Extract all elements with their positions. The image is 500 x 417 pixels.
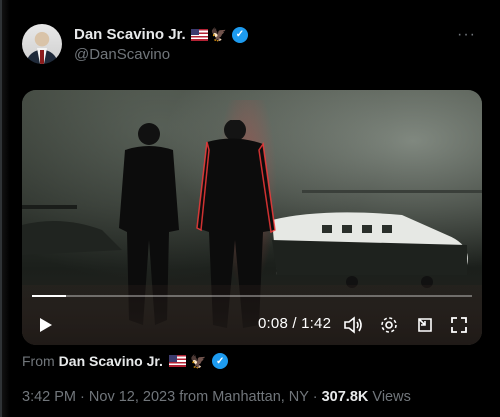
source-prefix: From: [22, 353, 55, 369]
picture-in-picture-icon[interactable]: [412, 305, 438, 345]
source-author-link[interactable]: Dan Scavino Jr.: [59, 353, 163, 369]
post-metadata: 3:42 PM · Nov 12, 2023 from Manhattan, N…: [22, 389, 411, 405]
video-player[interactable]: 0:08 / 1:42: [22, 90, 482, 345]
video-progress-fill: [32, 295, 67, 297]
post-header: Dan Scavino Jr. 🦅 ✓ @DanScavino ···: [22, 22, 482, 66]
author-handle[interactable]: @DanScavino: [74, 46, 170, 63]
views-label: Views: [372, 389, 411, 405]
us-flag-icon: [190, 28, 208, 41]
author-name-row[interactable]: Dan Scavino Jr. 🦅 ✓: [74, 26, 248, 43]
eagle-emoji: 🦅: [189, 353, 207, 369]
meta-separator: ·: [80, 389, 85, 405]
author-name[interactable]: Dan Scavino Jr.: [74, 26, 186, 43]
settings-gear-icon[interactable]: [376, 305, 402, 345]
current-time: 0:08: [258, 315, 288, 332]
eagle-emoji: 🦅: [210, 27, 227, 42]
verified-badge-icon[interactable]: ✓: [231, 26, 248, 43]
duration: 1:42: [301, 315, 332, 332]
window-edge: [0, 0, 10, 417]
views-count: 307.8K: [321, 389, 369, 405]
video-controls: 0:08 / 1:42: [22, 305, 482, 345]
play-icon[interactable]: [32, 305, 60, 345]
video-source-attribution: From Dan Scavino Jr. 🦅 ✓: [22, 353, 229, 369]
time-separator: /: [292, 315, 297, 332]
us-flag-icon: [168, 355, 186, 367]
meta-separator: ·: [312, 389, 318, 405]
more-options-icon[interactable]: ···: [457, 26, 476, 44]
video-time: 0:08 / 1:42: [258, 315, 331, 332]
video-progress-bar[interactable]: [32, 295, 472, 297]
helicopter-right: [272, 190, 482, 288]
volume-icon[interactable]: [340, 305, 366, 345]
avatar[interactable]: [22, 24, 62, 64]
post-date[interactable]: Nov 12, 2023: [89, 389, 175, 405]
post-time[interactable]: 3:42 PM: [22, 389, 76, 405]
fullscreen-icon[interactable]: [446, 305, 472, 345]
verified-badge-icon[interactable]: ✓: [212, 353, 229, 369]
post-location: from Manhattan, NY: [179, 389, 309, 405]
